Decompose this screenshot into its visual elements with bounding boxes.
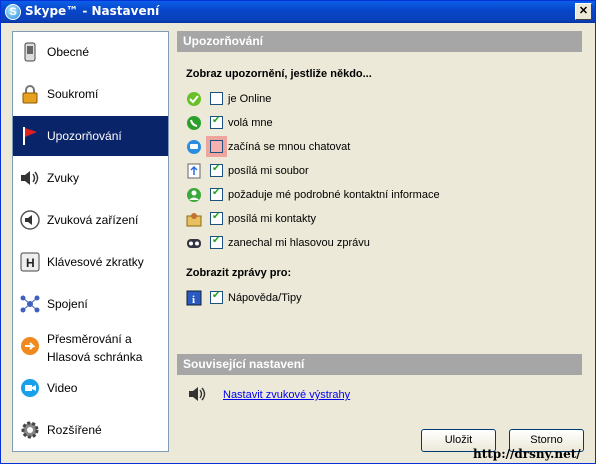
title-bar[interactable]: S Skype™ - Nastavení ✕ <box>1 1 595 23</box>
sidebar-item-label: Upozorňování <box>47 129 122 143</box>
sidebar-item-2[interactable]: Upozorňování <box>13 116 168 156</box>
contact-request-icon <box>186 187 202 203</box>
phone-device-icon <box>19 41 41 63</box>
notification-row: požaduje mé podrobné kontaktní informace <box>186 185 576 205</box>
sidebar-item-label: Zvuková zařízení <box>47 213 139 227</box>
notification-row: i Nápověda/Tipy <box>186 288 576 308</box>
checkbox-label[interactable]: posílá mi soubor <box>228 165 309 177</box>
sidebar-item-8[interactable]: Video <box>13 368 168 408</box>
checkbox-label[interactable]: začíná se mnou chatovat <box>228 141 350 153</box>
notification-row: je Online <box>186 89 576 109</box>
svg-text:i: i <box>192 294 195 306</box>
sidebar-item-label: Zvuky <box>47 171 80 185</box>
watermark: http://drsny.net/ <box>473 447 581 461</box>
sidebar-item-4[interactable]: Zvuková zařízení <box>13 200 168 240</box>
online-status-icon <box>186 91 202 107</box>
checkbox[interactable] <box>210 163 223 177</box>
lock-icon <box>19 83 41 105</box>
sidebar-item-label: Obecné <box>47 45 90 59</box>
sound-alerts-link[interactable]: Nastavit zvukové výstrahy <box>223 389 350 401</box>
red-flag-icon <box>19 125 41 147</box>
speaker-icon <box>19 167 41 189</box>
section-header-related: Související nastavení <box>177 354 582 375</box>
sidebar-item-0[interactable]: Obecné <box>13 32 168 72</box>
checkbox[interactable] <box>210 211 223 225</box>
checkbox[interactable] <box>210 235 223 249</box>
chat-icon <box>186 139 202 155</box>
forward-voicemail-icon <box>19 335 41 357</box>
speaker-icon <box>187 384 207 404</box>
sidebar-item-label: Klávesové zkratky <box>47 255 144 269</box>
main-panel: Upozorňování Zobraz upozornění, jestliže… <box>177 31 587 452</box>
sidebar-item-3[interactable]: Zvuky <box>13 158 168 198</box>
gear-icon <box>19 419 41 441</box>
network-icon <box>19 293 41 315</box>
sidebar-item-label: Soukromí <box>47 87 99 101</box>
skype-logo-icon: S <box>5 4 21 20</box>
audio-device-icon <box>19 209 41 231</box>
sidebar-item-label: Rozšířené <box>47 423 102 437</box>
sidebar-item-5[interactable]: H Klávesové zkratky <box>13 242 168 282</box>
close-button[interactable]: ✕ <box>575 3 592 20</box>
sidebar-item-label: Spojení <box>47 297 88 311</box>
checkbox[interactable] <box>210 115 223 129</box>
checkbox-label[interactable]: Nápověda/Tipy <box>228 292 302 304</box>
sidebar-item-label: Video <box>47 381 78 395</box>
sidebar-item-1[interactable]: Soukromí <box>13 74 168 114</box>
window-title: Skype™ - Nastavení <box>25 4 160 18</box>
notification-row: posílá mi soubor <box>186 161 576 181</box>
info-icon: i <box>186 290 202 306</box>
notification-row: začíná se mnou chatovat <box>186 137 576 157</box>
sidebar-item-9[interactable]: Rozšířené <box>13 410 168 450</box>
checkbox[interactable] <box>210 140 223 153</box>
checkbox[interactable] <box>210 92 223 105</box>
video-camera-icon <box>19 377 41 399</box>
settings-window: S Skype™ - Nastavení ✕ Obecné Soukromí Upo… <box>0 0 596 464</box>
voicemail-icon <box>186 235 202 251</box>
call-icon <box>186 115 202 131</box>
file-transfer-icon <box>186 163 202 179</box>
send-contacts-icon <box>186 211 202 227</box>
checkbox[interactable] <box>210 187 223 201</box>
section-header-notifications: Upozorňování <box>177 31 582 52</box>
sidebar-item-7[interactable]: Přesměrování a Hlasová schránka <box>13 326 168 366</box>
sidebar-item-label: Přesměrování a Hlasová schránka <box>47 332 143 364</box>
checkbox-label[interactable]: volá mne <box>228 117 273 129</box>
notification-row: zanechal mi hlasovou zprávu <box>186 233 576 253</box>
checkbox-label[interactable]: zanechal mi hlasovou zprávu <box>228 237 370 249</box>
notification-row: volá mne <box>186 113 576 133</box>
svg-text:H: H <box>26 256 35 270</box>
checkbox[interactable] <box>210 290 223 304</box>
notification-row: posílá mi kontakty <box>186 209 576 229</box>
keyboard-key-icon: H <box>19 251 41 273</box>
sidebar-item-6[interactable]: Spojení <box>13 284 168 324</box>
checkbox-label[interactable]: je Online <box>228 93 271 105</box>
checkbox-label[interactable]: požaduje mé podrobné kontaktní informace <box>228 189 440 201</box>
checkbox-label[interactable]: posílá mi kontakty <box>228 213 316 225</box>
messages-heading: Zobrazit zprávy pro: <box>186 267 292 279</box>
notify-heading: Zobraz upozornění, jestliže někdo... <box>186 68 372 80</box>
sidebar: Obecné Soukromí Upozorňování Zvuky Zvuková z… <box>12 31 169 452</box>
